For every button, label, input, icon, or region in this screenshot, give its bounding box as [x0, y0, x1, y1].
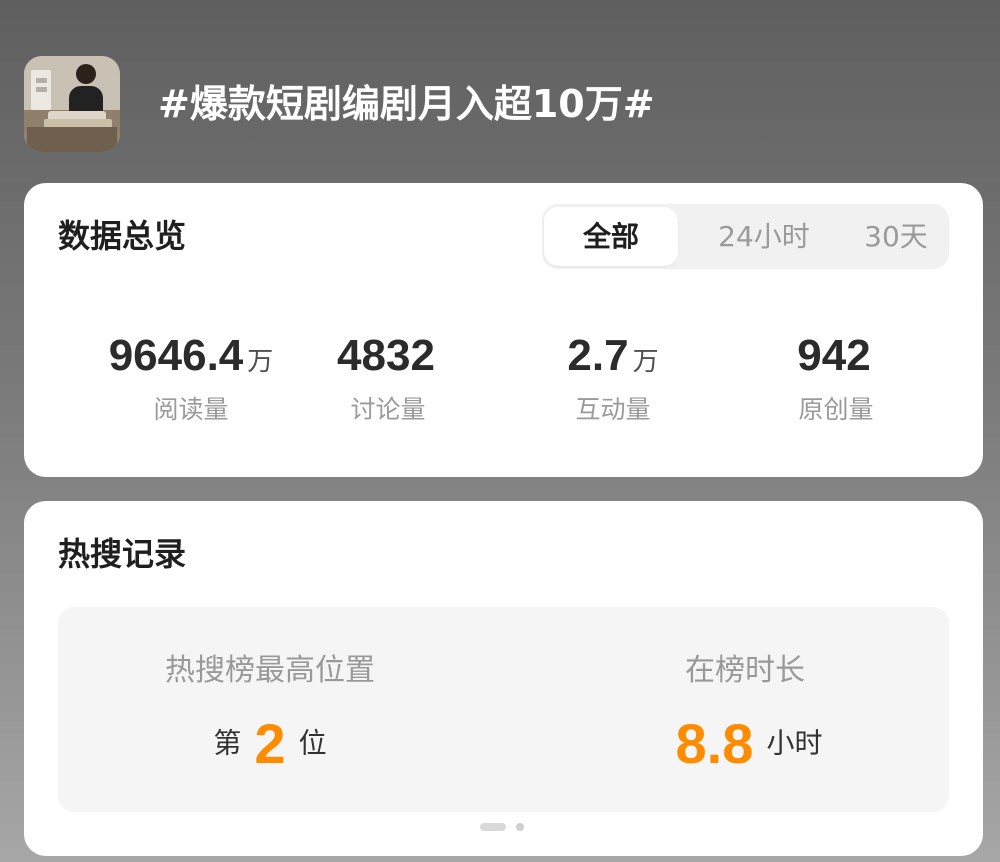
topic-thumbnail-image[interactable] — [24, 56, 120, 152]
metric-original-label: 原创量 — [798, 395, 874, 424]
metric-original-count: 942 原创量 — [724, 328, 948, 426]
tab-30-days[interactable]: 30天 — [834, 207, 958, 266]
duration-value: 8.8 — [675, 711, 754, 775]
metric-interaction-unit: 万 — [632, 347, 659, 377]
hot-search-title: 热搜记录 — [58, 535, 187, 573]
pager-dot-active[interactable] — [480, 823, 506, 831]
metric-read-value: 9646.4 — [108, 331, 244, 380]
metric-interaction-value: 2.7 — [567, 331, 629, 380]
metric-discussion-label: 讨论量 — [350, 395, 426, 424]
metric-interaction-count: 2.7 万 互动量 — [501, 328, 725, 426]
hot-search-record-panel: 热搜榜最高位置 第 2 位 在榜时长 8.8 小时 — [58, 607, 949, 812]
topic-title: #爆款短剧编剧月入超10万# — [158, 82, 655, 126]
metric-discussion-count: 4832 讨论量 — [276, 328, 500, 426]
metric-interaction-value-line: 2.7 万 — [501, 328, 725, 384]
metric-discussion-value: 4832 — [337, 331, 435, 380]
metric-original-value: 942 — [797, 331, 871, 380]
metric-read-unit: 万 — [247, 347, 274, 377]
metric-discussion-value-line: 4832 — [276, 328, 500, 384]
pager-dot[interactable] — [516, 823, 524, 831]
overview-title: 数据总览 — [58, 217, 187, 255]
metric-original-value-line: 942 — [724, 328, 948, 384]
highest-rank-label: 热搜榜最高位置 — [165, 653, 375, 688]
time-range-tabs: 全部 24小时 30天 — [542, 204, 949, 269]
tab-all[interactable]: 全部 — [544, 207, 678, 266]
highest-rank-block: 热搜榜最高位置 第 2 位 — [58, 651, 482, 779]
hot-search-card: 热搜记录 热搜榜最高位置 第 2 位 在榜时长 8.8 小时 — [24, 501, 983, 856]
tab-24-hours[interactable]: 24小时 — [696, 207, 832, 266]
topic-header: #爆款短剧编剧月入超10万# — [24, 56, 964, 152]
overview-card: 数据总览 全部 24小时 30天 9646.4 万 阅读量 4832 讨论量 2.… — [24, 183, 983, 477]
person-working-image — [24, 56, 120, 152]
highest-rank-prefix: 第 — [213, 726, 242, 760]
metric-read-label: 阅读量 — [153, 395, 229, 424]
metric-read-count: 9646.4 万 阅读量 — [79, 328, 303, 426]
metric-read-value-line: 9646.4 万 — [79, 328, 303, 384]
metric-interaction-label: 互动量 — [575, 395, 651, 424]
overview-metrics: 9646.4 万 阅读量 4832 讨论量 2.7 万 互动量 942 原创量 — [24, 328, 983, 428]
duration-block: 在榜时长 8.8 小时 — [540, 651, 950, 779]
highest-rank-value: 2 — [254, 711, 286, 775]
highest-rank-suffix: 位 — [298, 726, 327, 760]
duration-suffix: 小时 — [766, 726, 823, 760]
duration-value-line: 8.8 小时 — [540, 707, 950, 779]
pager-indicator — [24, 823, 983, 831]
duration-label: 在榜时长 — [685, 653, 805, 688]
highest-rank-value-line: 第 2 位 — [58, 707, 482, 779]
